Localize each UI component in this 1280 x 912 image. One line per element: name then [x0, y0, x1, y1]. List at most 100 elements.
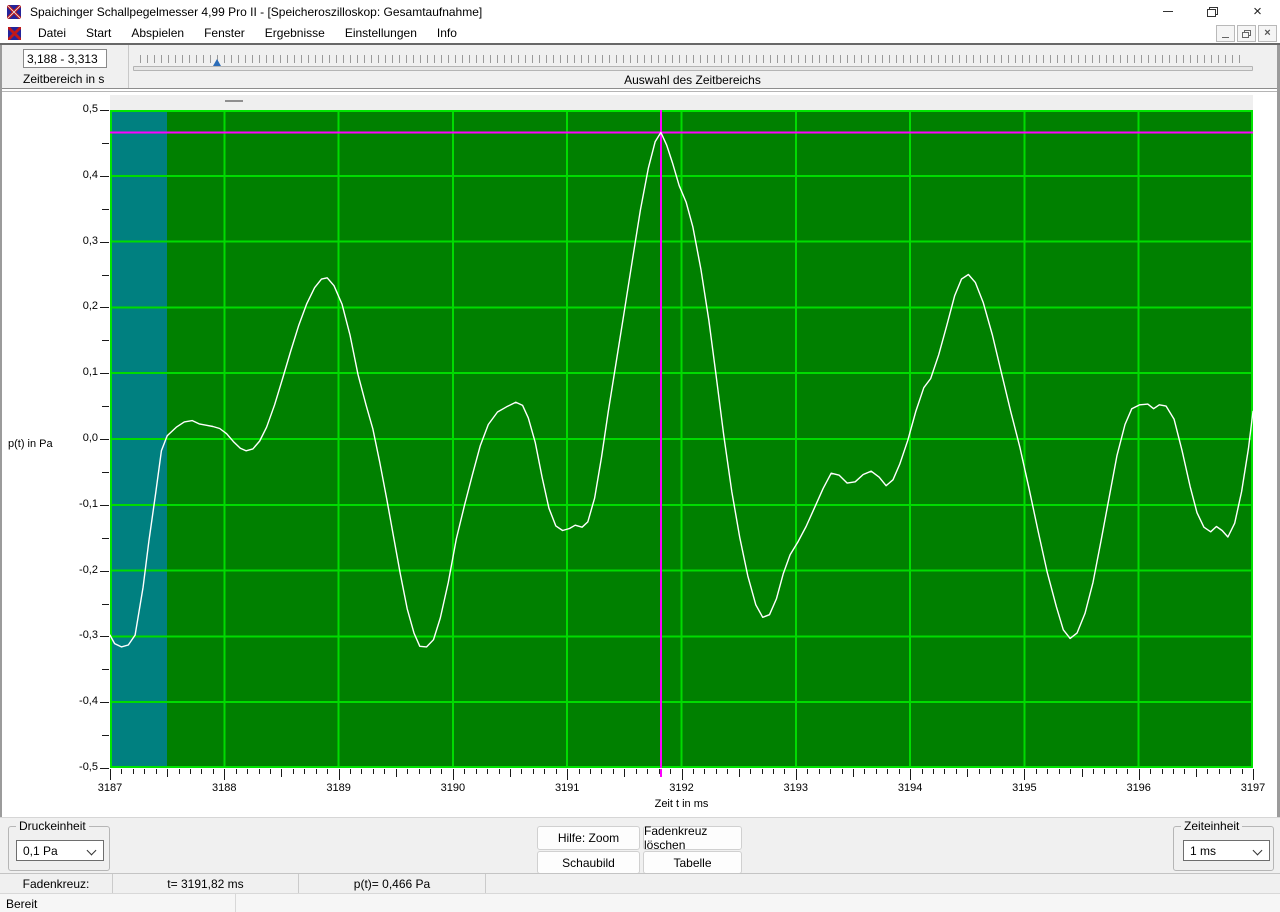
x-axis-tick [750, 769, 752, 774]
minimize-button[interactable] [1145, 0, 1190, 23]
x-axis-tick [727, 769, 729, 774]
x-axis-tick [978, 769, 980, 774]
x-axis-tick [292, 769, 294, 774]
x-axis-tick [590, 769, 592, 774]
mdi-close-button[interactable]: × [1258, 25, 1277, 42]
x-axis-tick [578, 769, 580, 774]
x-axis-tick [875, 769, 877, 774]
x-axis-tick [1035, 769, 1037, 774]
y-axis-label: -0,3 [79, 629, 98, 642]
x-axis-tick [704, 769, 706, 774]
time-range-label: Zeitbereich in s [23, 72, 105, 86]
x-axis-tick [772, 769, 774, 774]
x-axis-tick [898, 769, 900, 774]
tabelle-button[interactable]: Tabelle [643, 851, 742, 874]
menubar: Datei Start Abspielen Fenster Ergebnisse Eins… [0, 23, 1280, 43]
x-axis-label: 3196 [1126, 782, 1151, 794]
mdi-restore-icon [1242, 29, 1251, 38]
time-slider-track[interactable] [133, 66, 1253, 71]
x-axis-tick [510, 769, 512, 777]
time-range-input[interactable] [23, 49, 107, 68]
x-axis-tick [1081, 769, 1083, 777]
x-axis-tick [167, 769, 169, 777]
menu-item-start[interactable]: Start [76, 24, 121, 42]
x-axis-tick [247, 769, 249, 774]
schaubild-button[interactable]: Schaubild [537, 851, 640, 874]
menu-item-abspielen[interactable]: Abspielen [121, 24, 194, 42]
x-axis-tick [967, 769, 969, 777]
status-crosshair-label: Fadenkreuz: [0, 874, 113, 894]
y-axis-minor-tick [102, 669, 109, 671]
x-axis-title: Zeit t in ms [654, 798, 709, 810]
x-axis-tick [190, 769, 191, 774]
menu-item-einstellungen[interactable]: Einstellungen [335, 24, 427, 42]
y-axis-tick [100, 439, 109, 440]
x-axis-tick [430, 769, 432, 774]
toolbar-separator [128, 45, 129, 88]
x-axis-tick [498, 769, 500, 774]
close-button[interactable]: × [1235, 0, 1280, 23]
y-axis-label: -0,5 [79, 761, 98, 773]
y-axis-minor-tick [102, 406, 109, 408]
x-axis-tick [612, 769, 614, 774]
x-axis-tick [852, 769, 854, 777]
druckeinheit-selected-value: 0,1 Pa [23, 843, 58, 858]
y-axis-label: 0,4 [82, 168, 98, 181]
x-axis-tick [761, 769, 763, 774]
y-axis-minor-tick [102, 735, 109, 737]
x-axis-tick [464, 769, 466, 774]
x-axis-tick [932, 769, 934, 774]
x-axis-tick [555, 769, 557, 774]
x-axis-tick [487, 769, 489, 774]
fadenkreuz-loeschen-button[interactable]: Fadenkreuz löschen [643, 824, 742, 852]
x-axis-tick [1184, 769, 1186, 774]
x-axis-tick [178, 769, 180, 774]
y-axis-label: 0,2 [82, 300, 98, 313]
x-axis-tick [201, 769, 203, 774]
drag-handle[interactable] [225, 100, 243, 102]
y-axis-label: 0,3 [82, 234, 98, 247]
x-axis-label: 3187 [97, 782, 123, 794]
mdi-minimize-button[interactable] [1216, 25, 1235, 42]
x-axis-tick [1207, 769, 1209, 774]
x-axis-tick [418, 769, 420, 774]
hilfe-zoom-button[interactable]: Hilfe: Zoom [537, 826, 640, 850]
x-axis-tick [1104, 769, 1106, 774]
time-slider-thumb[interactable] [213, 59, 221, 66]
x-axis-tick [235, 769, 237, 774]
zeiteinheit-select[interactable]: 1 ms [1183, 840, 1270, 861]
x-axis-tick [155, 769, 157, 774]
oscilloscope-plot[interactable] [110, 110, 1253, 768]
chevron-down-icon [1252, 845, 1263, 856]
y-axis-tick [100, 307, 109, 309]
menu-item-datei[interactable]: Datei [28, 24, 76, 42]
druckeinheit-select[interactable]: 0,1 Pa [16, 840, 104, 861]
menu-item-info[interactable]: Info [427, 24, 467, 42]
crosshair-axis-tick [659, 769, 662, 777]
x-axis-tick [315, 769, 317, 774]
x-axis-tick [407, 769, 409, 774]
x-axis-tick [864, 769, 866, 774]
x-axis-tick [121, 769, 123, 774]
crosshair-statusbar: Fadenkreuz: t= 3191,82 ms p(t)= 0,466 Pa [0, 873, 1280, 894]
close-icon: × [1253, 3, 1262, 20]
x-axis-tick [1230, 769, 1232, 774]
zeiteinheit-label: Zeiteinheit [1181, 819, 1243, 833]
x-axis-tick [110, 769, 111, 780]
x-axis-tick [624, 769, 626, 777]
x-axis-label: 3191 [554, 782, 580, 794]
mdi-restore-button[interactable] [1237, 25, 1256, 42]
bottom-control-panel: Druckeinheit 0,1 Pa Hilfe: Zoom Fadenkre… [0, 817, 1280, 874]
menu-item-ergebnisse[interactable]: Ergebnisse [255, 24, 335, 42]
y-axis-tick [100, 504, 109, 506]
x-axis-tick [441, 769, 443, 774]
x-axis-tick [715, 769, 717, 774]
x-axis-tick [1092, 769, 1094, 774]
menu-item-fenster[interactable]: Fenster [194, 24, 255, 42]
x-axis-tick [1024, 769, 1026, 780]
x-axis-tick [1218, 769, 1220, 774]
status-time-value: t= 3191,82 ms [113, 874, 299, 894]
restore-button[interactable] [1190, 0, 1235, 23]
x-axis-tick [1253, 769, 1254, 780]
x-axis-tick [944, 769, 946, 774]
